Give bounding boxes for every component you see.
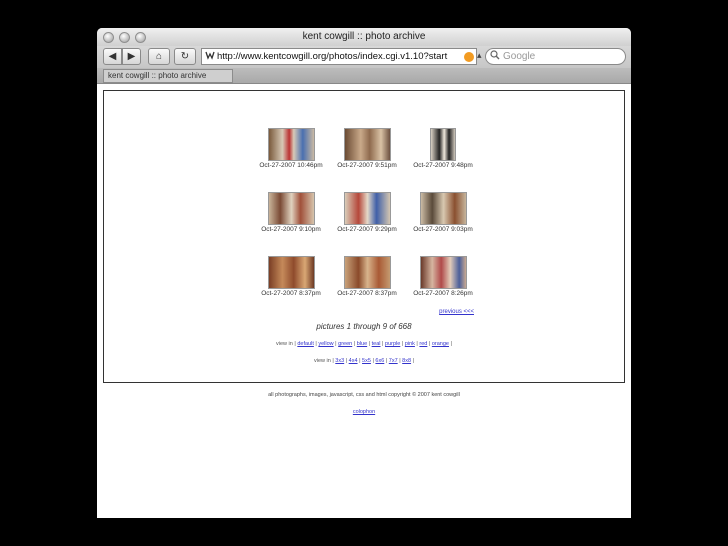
snapback-icon[interactable]: ▴ <box>477 50 482 61</box>
gallery-frame: Oct-27-2007 10:46pm Oct-27-2007 9:51pm O… <box>103 90 625 383</box>
view-in-label: view in <box>313 358 331 364</box>
size-link-3x3[interactable]: 3x3 <box>335 358 344 364</box>
size-link-4x4[interactable]: 4x4 <box>349 358 358 364</box>
home-button[interactable]: ⌂ <box>148 48 170 65</box>
size-link-5x5[interactable]: 5x5 <box>362 358 371 364</box>
photo-item[interactable]: Oct-27-2007 9:51pm <box>328 128 406 169</box>
photo-thumbnail[interactable] <box>267 128 315 161</box>
footer-links: colophon <box>97 409 631 415</box>
photo-item[interactable]: Oct-27-2007 10:46pm <box>252 128 330 169</box>
search-field[interactable]: Google <box>485 48 626 65</box>
photo-date: Oct-27-2007 8:26pm <box>413 290 473 297</box>
rss-icon[interactable] <box>464 52 474 62</box>
photo-date: Oct-27-2007 9:29pm <box>337 226 397 233</box>
reload-button[interactable]: ↻ <box>174 48 196 65</box>
photo-thumbnail[interactable] <box>430 128 456 161</box>
theme-link-purple[interactable]: purple <box>385 341 400 347</box>
photo-item[interactable]: Oct-27-2007 8:37pm <box>328 256 406 297</box>
photo-thumbnail[interactable] <box>267 256 315 289</box>
theme-links: view in | default | yellow | green | blu… <box>276 341 452 347</box>
view-in-label: view in <box>276 341 293 347</box>
photo-item[interactable]: Oct-27-2007 9:10pm <box>252 192 330 233</box>
copyright-notice: all photographs, images, javascript, css… <box>268 392 460 398</box>
forward-button[interactable]: ▶ <box>122 48 141 65</box>
photo-thumbnail[interactable] <box>419 256 467 289</box>
theme-link-yellow[interactable]: yellow <box>318 341 333 347</box>
photo-date: Oct-27-2007 9:51pm <box>337 162 397 169</box>
photo-item[interactable]: Oct-27-2007 8:37pm <box>252 256 330 297</box>
window-title: kent cowgill :: photo archive <box>302 31 426 42</box>
theme-link-default[interactable]: default <box>297 341 314 347</box>
size-link-7x7[interactable]: 7x7 <box>389 358 398 364</box>
search-icon <box>490 50 500 60</box>
photo-thumbnail[interactable] <box>267 192 315 225</box>
photo-item[interactable]: Oct-27-2007 8:26pm <box>404 256 482 297</box>
site-icon <box>205 50 215 60</box>
theme-link-green[interactable]: green <box>338 341 352 347</box>
photo-date: Oct-27-2007 8:37pm <box>261 290 321 297</box>
photo-item[interactable]: Oct-27-2007 9:29pm <box>328 192 406 233</box>
search-placeholder: Google <box>503 51 536 62</box>
browser-window: kent cowgill :: photo archive ◀ ▶ ⌂ ↻ ht… <box>97 28 631 518</box>
title-bar: kent cowgill :: photo archive <box>97 28 631 46</box>
size-links: view in | 3x3 | 4x4 | 5x5 | 6x6 | 7x7 | … <box>313 358 415 364</box>
url-text: http://www.kentcowgill.org/photos/index.… <box>217 51 448 62</box>
previous-link[interactable]: previous <<< <box>439 309 474 315</box>
photo-thumbnail[interactable] <box>343 128 391 161</box>
size-link-8x8[interactable]: 8x8 <box>402 358 411 364</box>
photo-date: Oct-27-2007 10:46pm <box>259 162 323 169</box>
page-content: Oct-27-2007 10:46pm Oct-27-2007 9:51pm O… <box>97 84 631 518</box>
colophon-link[interactable]: colophon <box>353 409 375 415</box>
back-button[interactable]: ◀ <box>103 48 122 65</box>
theme-link-teal[interactable]: teal <box>372 341 381 347</box>
theme-link-red[interactable]: red <box>419 341 427 347</box>
photo-thumbnail[interactable] <box>343 192 391 225</box>
picture-count: pictures 1 through 9 of 668 <box>316 322 412 331</box>
size-link-6x6[interactable]: 6x6 <box>375 358 384 364</box>
photo-item[interactable]: Oct-27-2007 9:48pm <box>404 128 482 169</box>
tab-bar: kent cowgill :: photo archive <box>97 68 631 84</box>
theme-link-pink[interactable]: pink <box>405 341 415 347</box>
photo-date: Oct-27-2007 9:10pm <box>261 226 321 233</box>
toolbar: ◀ ▶ ⌂ ↻ http://www.kentcowgill.org/photo… <box>97 46 631 68</box>
photo-date: Oct-27-2007 9:03pm <box>413 226 473 233</box>
address-bar[interactable]: http://www.kentcowgill.org/photos/index.… <box>201 48 477 65</box>
tab-photo-archive[interactable]: kent cowgill :: photo archive <box>103 69 233 83</box>
theme-link-orange[interactable]: orange <box>432 341 449 347</box>
photo-thumbnail[interactable] <box>419 192 467 225</box>
theme-link-blue[interactable]: blue <box>357 341 367 347</box>
photo-date: Oct-27-2007 8:37pm <box>337 290 397 297</box>
photo-thumbnail[interactable] <box>343 256 391 289</box>
photo-item[interactable]: Oct-27-2007 9:03pm <box>404 192 482 233</box>
photo-date: Oct-27-2007 9:48pm <box>413 162 473 169</box>
